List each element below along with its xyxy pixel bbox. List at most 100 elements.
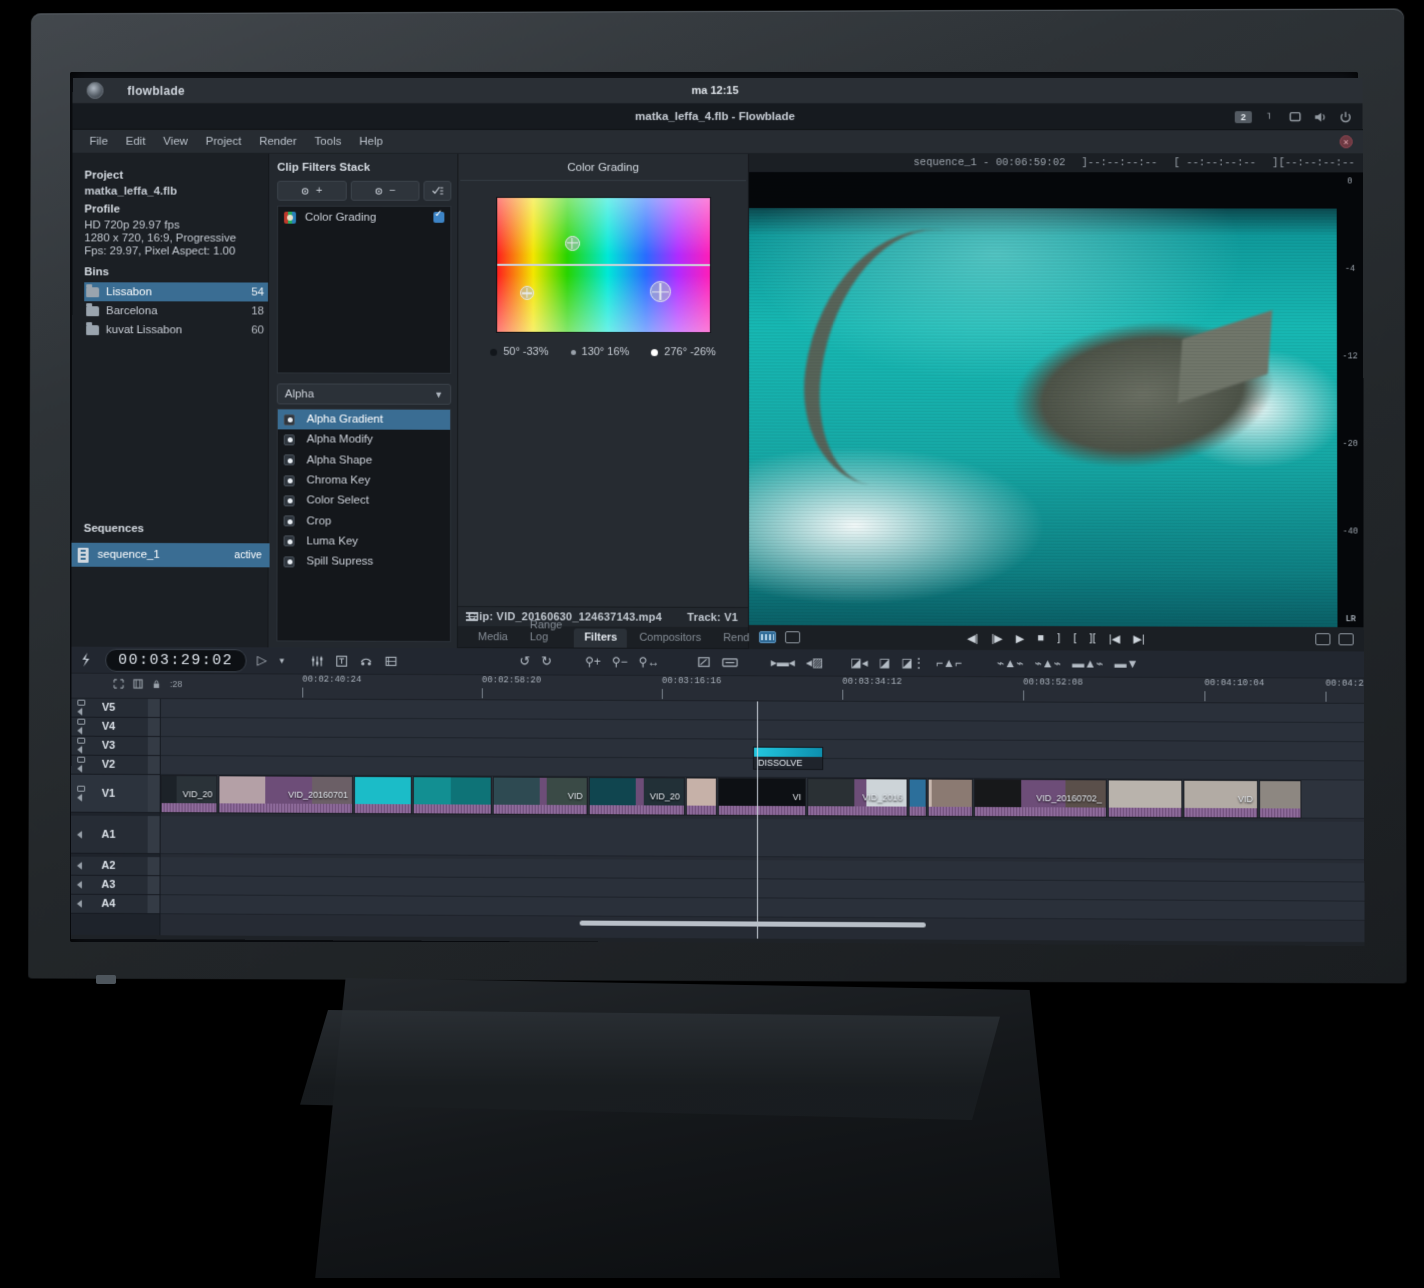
filter-list-item[interactable]: Color Select [278,491,450,512]
sequence-row[interactable]: sequence_1 active [71,543,270,568]
timeline-clip[interactable]: VI [718,778,806,817]
timeline-clip[interactable]: VID_20160702_ [974,779,1107,818]
audio-sync-icon[interactable] [360,654,374,667]
cut-clip-icon[interactable]: ⌁▲⌁ [997,656,1023,670]
close-icon[interactable]: × [1340,135,1353,148]
play-icon[interactable]: ▶ [1016,632,1025,645]
split-view-icon[interactable] [1315,633,1330,645]
remove-filter-button[interactable]: − [350,181,419,201]
menu-view[interactable]: View [154,132,196,150]
timeline-scrollbar[interactable] [160,918,1364,930]
timeline-timecode[interactable]: 00:03:29:02 [105,648,246,672]
resync-icon[interactable]: ▬▲⌁ [1072,656,1103,670]
filter-list-item[interactable]: Alpha Modify [278,430,450,451]
goto-marker-icon[interactable]: ⚲↔ [639,655,660,669]
edit-mode-icon[interactable] [79,652,91,668]
video-preview[interactable] [749,172,1337,627]
track-side-handle[interactable] [148,857,160,875]
tool-select-icon[interactable]: ▷ [257,652,267,668]
splice-out-icon[interactable]: ▸▬◂ [771,655,795,669]
tab-media[interactable]: Media [468,628,518,647]
filter-name-list[interactable]: Alpha Gradient Alpha Modify Alpha Shape … [276,408,451,642]
track-side-handle[interactable] [148,775,160,812]
add-filter-button[interactable]: + [277,181,346,201]
toggle-all-filters-button[interactable] [423,181,451,201]
filter-list-item[interactable]: Crop [278,511,450,532]
track-side-handle[interactable] [148,876,160,894]
undo-icon[interactable]: ↺ [519,653,530,669]
grading-highlights-area[interactable] [497,198,710,265]
track-header-a4[interactable]: A4 [71,895,160,915]
filter-stack-item[interactable]: Color Grading [278,207,450,228]
track-header-v3[interactable]: V3 [71,737,160,756]
bin-row[interactable]: Lissabon 54 [84,282,268,301]
compositor-dissolve[interactable]: DISSOLVE [753,747,823,770]
timeline-clip[interactable] [928,779,973,817]
insert-overwrite-icon[interactable]: ◪◂ [850,656,867,670]
redo-icon[interactable]: ↻ [541,653,552,669]
magnet-icon[interactable] [133,679,143,689]
mark-in-icon[interactable]: ] [1057,632,1060,645]
titler-icon[interactable] [336,654,349,667]
keyframe-tool-icon[interactable] [384,654,398,667]
filter-list-item[interactable]: Spill Supress [278,551,450,572]
timeline-clip[interactable]: VID_20 [589,777,685,816]
track-side-handle[interactable] [148,699,160,717]
timeline-clip[interactable] [686,777,717,815]
grading-handle-3[interactable] [650,281,671,302]
filter-list-item[interactable]: Alpha Gradient [278,409,450,430]
track-header-a1[interactable]: A1 [71,816,160,854]
delete-clip-icon[interactable]: ▬▼ [1114,657,1138,671]
mark-out-icon[interactable]: [ [1073,632,1076,645]
timeline-clip[interactable] [354,776,412,814]
workspace-indicator[interactable]: 2 [1235,111,1252,123]
timeline-clip[interactable] [909,778,927,816]
menu-render[interactable]: Render [250,132,305,150]
keyboard-icon[interactable] [1263,110,1277,124]
snap-icon[interactable] [113,679,124,689]
zoom-fit-icon[interactable] [697,656,711,668]
timeline-clip[interactable]: VID_20160701 [218,775,353,814]
filter-list-item[interactable]: Luma Key [278,531,450,552]
menu-edit[interactable]: Edit [117,132,155,150]
zoom-range-icon[interactable] [722,657,738,668]
sync-clip-icon[interactable]: ⌁▲⌁ [1035,656,1062,670]
menu-tools[interactable]: Tools [306,132,351,150]
lift-icon[interactable]: ◂▨ [806,655,823,669]
track-side-handle[interactable] [148,718,160,736]
track-header-a2[interactable]: A2 [71,857,160,876]
timeline-clip[interactable] [413,776,492,814]
timeline-clip[interactable]: VID [1183,780,1258,819]
remove-marker-icon[interactable]: ⚲− [612,655,628,669]
bin-row[interactable]: Barcelona 18 [84,301,268,320]
clip-source-icon[interactable] [785,631,800,643]
track-header-a3[interactable]: A3 [71,876,160,895]
tab-range-log[interactable]: Range Log [520,616,572,647]
timeline-canvas[interactable]: VID_20VID_20160701VIDVID_20VIVID_2016VID… [160,699,1364,942]
timeline-clip[interactable]: VID_2016 [807,778,907,817]
filter-list-item[interactable]: Alpha Shape [278,450,450,471]
to-mark-out-icon[interactable]: ▶| [1133,632,1144,645]
tool-dropdown-icon[interactable]: ▼ [278,656,286,665]
track-lane-a1[interactable] [161,816,1365,860]
playhead[interactable] [757,701,758,938]
track-side-handle[interactable] [148,737,160,755]
menu-project[interactable]: Project [197,132,250,150]
filter-group-select[interactable]: Alpha ▼ [277,383,451,404]
filter-list-item[interactable]: Chroma Key [278,470,450,491]
track-side-handle[interactable] [148,816,160,853]
prev-frame-icon[interactable]: ◀| [967,631,978,644]
three-point-overwrite-icon[interactable]: ⌐▲⌐ [936,656,962,670]
fullscreen-icon[interactable] [1339,633,1354,645]
lock-icon[interactable] [152,679,161,689]
timeline-clip[interactable] [1259,780,1301,819]
mixer-icon[interactable] [311,654,325,667]
color-grading-wheel[interactable] [496,197,711,333]
add-marker-icon[interactable]: ⚲+ [585,655,601,669]
timeline-clip[interactable]: VID [493,777,588,816]
tab-compositors[interactable]: Compositors [629,629,711,648]
track-header-v5[interactable]: V5 [71,699,160,718]
timeline-source-icon[interactable] [759,631,776,643]
menu-file[interactable]: File [81,132,117,150]
clear-marks-icon[interactable]: ][ [1090,632,1096,645]
